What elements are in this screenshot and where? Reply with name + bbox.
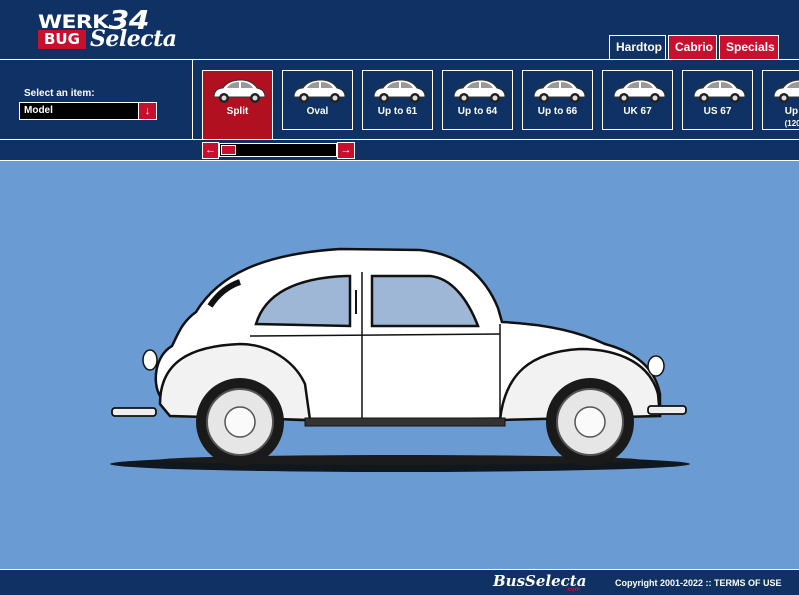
model-button-5[interactable]: UK 67 xyxy=(602,70,673,130)
beetle-car-image xyxy=(110,247,690,472)
beetle-icon xyxy=(213,79,266,103)
model-button-label: Up to xyxy=(784,106,799,117)
select-label: Select an item: xyxy=(24,88,95,99)
model-button-4[interactable]: Up to 66 xyxy=(522,70,593,130)
model-button-label: Up to 61 xyxy=(377,106,418,117)
header: WERK34 BUG Selecta Hardtop Cabrio Specia… xyxy=(0,0,799,59)
tab-cabrio[interactable]: Cabrio xyxy=(668,35,717,59)
beetle-icon xyxy=(373,79,426,103)
tab-specials[interactable]: Specials xyxy=(719,35,779,59)
model-button-2[interactable]: Up to 61 xyxy=(362,70,433,130)
beetle-icon xyxy=(693,79,746,103)
model-button-label: Up to 66 xyxy=(537,106,578,117)
beetle-icon xyxy=(453,79,506,103)
selecta-logo-text: Selecta xyxy=(90,26,177,52)
model-select[interactable]: Model ↓ xyxy=(19,102,157,120)
car-scrollbar: ← → xyxy=(0,139,799,161)
copyright-text: Copyright 2001-2022 :: TERMS OF USE xyxy=(615,578,782,588)
model-button-label: Split xyxy=(226,106,249,117)
beetle-icon xyxy=(613,79,666,103)
car-stage xyxy=(0,162,799,569)
model-button-6[interactable]: US 67 xyxy=(682,70,753,130)
busselecta-logo-domain: .com xyxy=(566,587,581,593)
tab-hardtop[interactable]: Hardtop xyxy=(609,35,666,59)
model-button-0[interactable]: Split xyxy=(202,70,273,140)
bug-logo-badge: BUG xyxy=(38,30,86,49)
scroll-left-arrow-icon[interactable]: ← xyxy=(202,142,219,159)
model-select-value: Model xyxy=(24,105,53,116)
footer: BusSelecta .com Copyright 2001-2022 :: T… xyxy=(0,569,799,595)
model-button-label: UK 67 xyxy=(623,106,652,117)
scroll-right-arrow-icon[interactable]: → xyxy=(337,142,355,159)
scroll-track[interactable] xyxy=(219,143,337,157)
model-button-7[interactable]: Up to (1200 r xyxy=(762,70,799,130)
beetle-icon xyxy=(293,79,346,103)
model-button-label: US 67 xyxy=(703,106,732,117)
model-button-label: Oval xyxy=(306,106,329,117)
model-button-3[interactable]: Up to 64 xyxy=(442,70,513,130)
arrow-down-icon[interactable]: ↓ xyxy=(138,103,156,119)
beetle-icon xyxy=(773,79,799,103)
model-button-1[interactable]: Oval xyxy=(282,70,353,130)
model-toolbar: Select an item: Model ↓ Split Oval Up to 6… xyxy=(0,59,799,140)
select-panel: Select an item: Model ↓ xyxy=(0,60,193,140)
model-button-label: Up to 64 xyxy=(457,106,498,117)
terms-of-use-link[interactable]: TERMS OF USE xyxy=(714,578,782,588)
scroll-thumb[interactable] xyxy=(221,145,236,155)
beetle-icon xyxy=(533,79,586,103)
copyright-label: Copyright 2001-2022 :: xyxy=(615,578,715,588)
model-button-sublabel: (1200 r xyxy=(784,119,799,128)
